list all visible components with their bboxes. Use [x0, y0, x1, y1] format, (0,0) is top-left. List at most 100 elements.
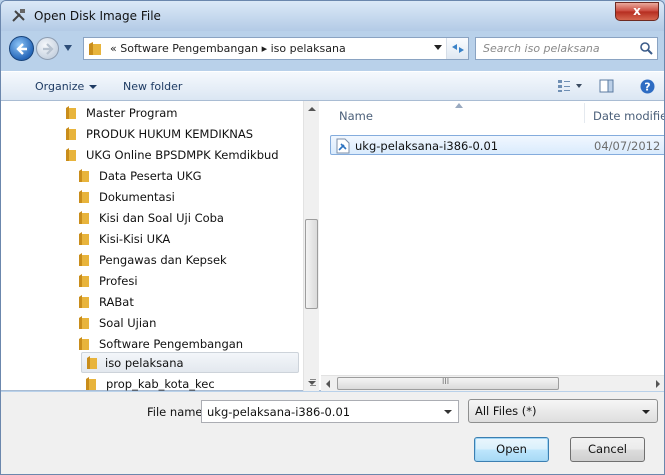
svg-text:?: ?	[644, 81, 650, 94]
title-bar: Open Disk Image File x	[1, 1, 664, 31]
chevron-down-icon[interactable]	[444, 410, 452, 414]
search-placeholder: Search iso pelaksana	[483, 42, 600, 55]
close-button[interactable]: x	[615, 2, 659, 21]
command-bar: Organize New folder ?	[1, 71, 664, 101]
folder-icon	[79, 253, 89, 266]
help-icon[interactable]: ?	[640, 79, 655, 94]
tree-item-label: Software Pengembangan	[99, 337, 244, 351]
tree-item[interactable]: RABat	[79, 292, 301, 313]
tree-item[interactable]: Kisi dan Soal Uji Coba	[79, 208, 301, 229]
address-bar[interactable]: « Software Pengembangan ▸ iso pelaksana	[83, 37, 469, 60]
scroll-right-icon[interactable]	[656, 380, 660, 388]
folder-icon	[66, 148, 76, 161]
organize-label: Organize	[35, 80, 85, 93]
breadcrumb-item-software-pengembangan[interactable]: Software Pengembangan	[120, 42, 258, 55]
arrow-right-icon	[43, 43, 54, 55]
tree-item-label: iso pelaksana	[105, 356, 184, 370]
scroll-left-icon[interactable]	[326, 380, 330, 388]
file-name-label: File name:	[147, 405, 207, 419]
tree-item[interactable]: Soal Ujian	[79, 313, 301, 334]
column-header-name[interactable]: Name	[339, 109, 373, 133]
preview-pane-icon[interactable]	[599, 79, 615, 93]
scroll-down-icon[interactable]	[308, 381, 316, 385]
tree-item[interactable]: prop_kab_kota_kec	[86, 374, 301, 391]
arrow-left-icon	[16, 43, 27, 55]
address-dropdown-icon[interactable]	[434, 45, 442, 51]
folder-icon	[79, 337, 89, 350]
breadcrumb-separator-icon[interactable]: ▸	[262, 42, 268, 55]
file-date: 04/07/2012 0:2	[594, 139, 664, 153]
tree-scrollbar[interactable]	[303, 101, 319, 391]
file-list: Name Date modified ukg-pelaksana-i386-0.…	[321, 101, 664, 391]
breadcrumb: « Software Pengembangan ▸ iso pelaksana	[110, 42, 346, 55]
grip-icon: III	[442, 377, 450, 386]
search-icon[interactable]	[639, 41, 653, 55]
tree-item-label: Data Peserta UKG	[99, 169, 202, 183]
tree-item-label: Pengawas dan Kepsek	[99, 253, 227, 267]
forward-button[interactable]	[36, 37, 59, 60]
open-button[interactable]: Open	[474, 437, 549, 462]
tree-item-label: Kisi dan Soal Uji Coba	[99, 211, 224, 225]
tree-item[interactable]: Kisi-Kisi UKA	[79, 229, 301, 250]
folder-icon	[79, 169, 89, 182]
back-button[interactable]	[9, 36, 34, 61]
file-type-select[interactable]: All Files (*)	[468, 399, 658, 423]
scroll-thumb[interactable]: III	[337, 377, 559, 390]
file-type-value: All Files (*)	[475, 404, 537, 418]
change-view-icon[interactable]	[557, 79, 585, 93]
file-name-value: ukg-pelaksana-i386-0.01	[207, 405, 351, 419]
folder-icon	[79, 211, 89, 224]
scroll-up-icon[interactable]	[308, 107, 316, 111]
chevron-down-icon	[89, 85, 98, 89]
folder-icon	[79, 232, 89, 245]
tree-item[interactable]: PRODUK HUKUM KEMDIKNAS	[66, 124, 301, 145]
file-name-input[interactable]: ukg-pelaksana-i386-0.01	[201, 400, 459, 423]
folder-icon	[86, 377, 96, 390]
tree-item[interactable]: Dokumentasi	[79, 187, 301, 208]
navigation-pane: Master Program PRODUK HUKUM KEMDIKNAS UK…	[1, 101, 319, 391]
folder-icon	[79, 316, 89, 329]
tree-item-label: Kisi-Kisi UKA	[99, 232, 171, 246]
column-header-date[interactable]: Date modified	[593, 109, 664, 133]
open-file-dialog: Open Disk Image File x « Software Pengem…	[0, 0, 665, 475]
tree-item-label: RABat	[99, 295, 134, 309]
scroll-thumb[interactable]	[305, 219, 318, 386]
tree-item-label: PRODUK HUKUM KEMDIKNAS	[86, 127, 254, 141]
content-area: Master Program PRODUK HUKUM KEMDIKNAS UK…	[1, 101, 664, 391]
chevron-down-icon	[642, 410, 650, 414]
breadcrumb-overflow[interactable]: «	[110, 42, 117, 55]
folder-icon	[89, 42, 101, 55]
folder-icon	[87, 356, 97, 369]
tree-item-label: Soal Ujian	[99, 316, 157, 330]
tree-item[interactable]: Master Program	[66, 103, 301, 124]
history-dropdown-icon[interactable]	[63, 44, 73, 52]
tree-item[interactable]: UKG Online BPSDMPK Kemdikbud	[66, 145, 301, 166]
tree-item[interactable]: Profesi	[79, 271, 301, 292]
folder-icon	[79, 190, 89, 203]
cancel-button[interactable]: Cancel	[570, 437, 645, 462]
dialog-footer: File name: ukg-pelaksana-i386-0.01 All F…	[1, 392, 664, 474]
new-folder-button[interactable]: New folder	[123, 80, 182, 93]
folder-icon	[79, 295, 89, 308]
column-divider[interactable]	[584, 103, 585, 123]
tree-item-label: Dokumentasi	[99, 190, 175, 204]
tree-item[interactable]: Data Peserta UKG	[79, 166, 301, 187]
tree-item-label: Master Program	[86, 106, 178, 120]
tree-item-label: prop_kab_kota_kec	[106, 377, 215, 391]
tree-item-label: Profesi	[99, 274, 138, 288]
refresh-button[interactable]	[446, 38, 468, 59]
tree-item-selected[interactable]: iso pelaksana	[81, 352, 299, 373]
file-row[interactable]: ukg-pelaksana-i386-0.01 04/07/2012 0:2	[330, 135, 664, 155]
organize-button[interactable]: Organize	[35, 80, 98, 93]
disk-image-icon	[12, 9, 25, 22]
navigation-bar: « Software Pengembangan ▸ iso pelaksana …	[1, 31, 664, 65]
file-list-scrollbar[interactable]: III	[321, 375, 664, 391]
breadcrumb-item-iso-pelaksana[interactable]: iso pelaksana	[271, 42, 346, 55]
tree-item-label: UKG Online BPSDMPK Kemdikbud	[86, 148, 279, 162]
folder-icon	[79, 274, 89, 287]
search-input[interactable]: Search iso pelaksana	[475, 37, 658, 60]
close-icon: x	[633, 4, 641, 18]
folder-icon	[66, 127, 76, 140]
sort-ascending-icon	[455, 103, 463, 108]
tree-item[interactable]: Pengawas dan Kepsek	[79, 250, 301, 271]
